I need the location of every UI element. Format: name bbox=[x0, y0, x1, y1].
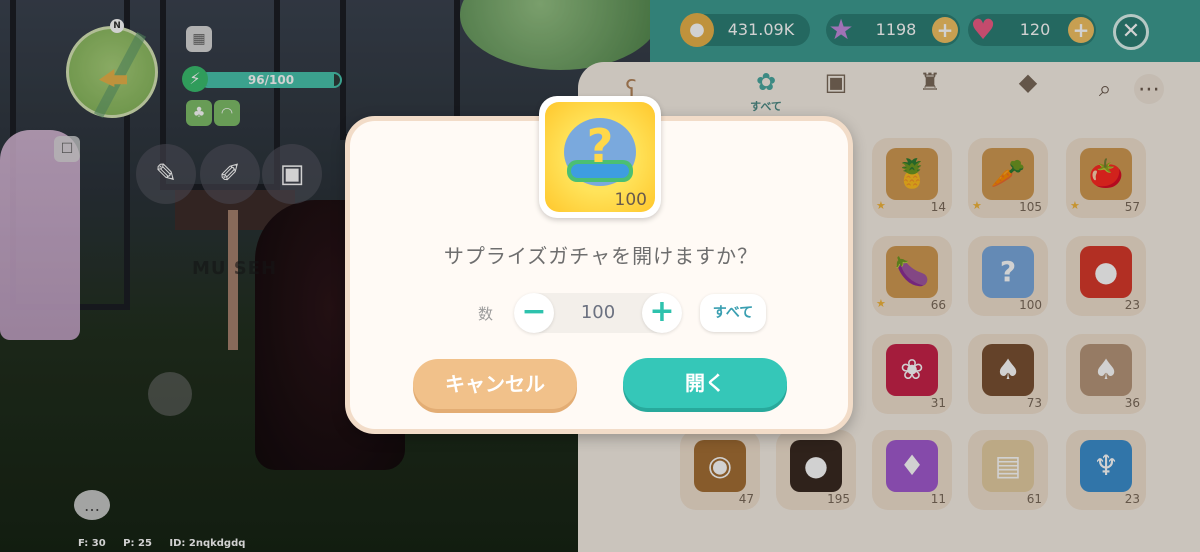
dialog-question: サプライズガチャを開けますか？ bbox=[443, 244, 759, 268]
cancel-button[interactable]: キャンセル bbox=[413, 359, 577, 409]
quantity-label: 数 bbox=[478, 305, 494, 323]
svg-text:?: ? bbox=[587, 119, 614, 173]
gacha-quantity: 100 bbox=[614, 190, 647, 210]
decrease-button[interactable]: − bbox=[514, 293, 554, 333]
surprise-gacha-item: ? 100 bbox=[539, 96, 661, 218]
increase-button[interactable]: + bbox=[642, 293, 682, 333]
quantity-stepper: − 100 + bbox=[514, 293, 682, 333]
surprise-gacha-icon: ? 100 bbox=[545, 102, 655, 212]
quantity-value[interactable]: 100 bbox=[554, 293, 642, 333]
select-all-button[interactable]: すべて bbox=[700, 294, 766, 332]
open-button[interactable]: 開く bbox=[623, 358, 787, 408]
